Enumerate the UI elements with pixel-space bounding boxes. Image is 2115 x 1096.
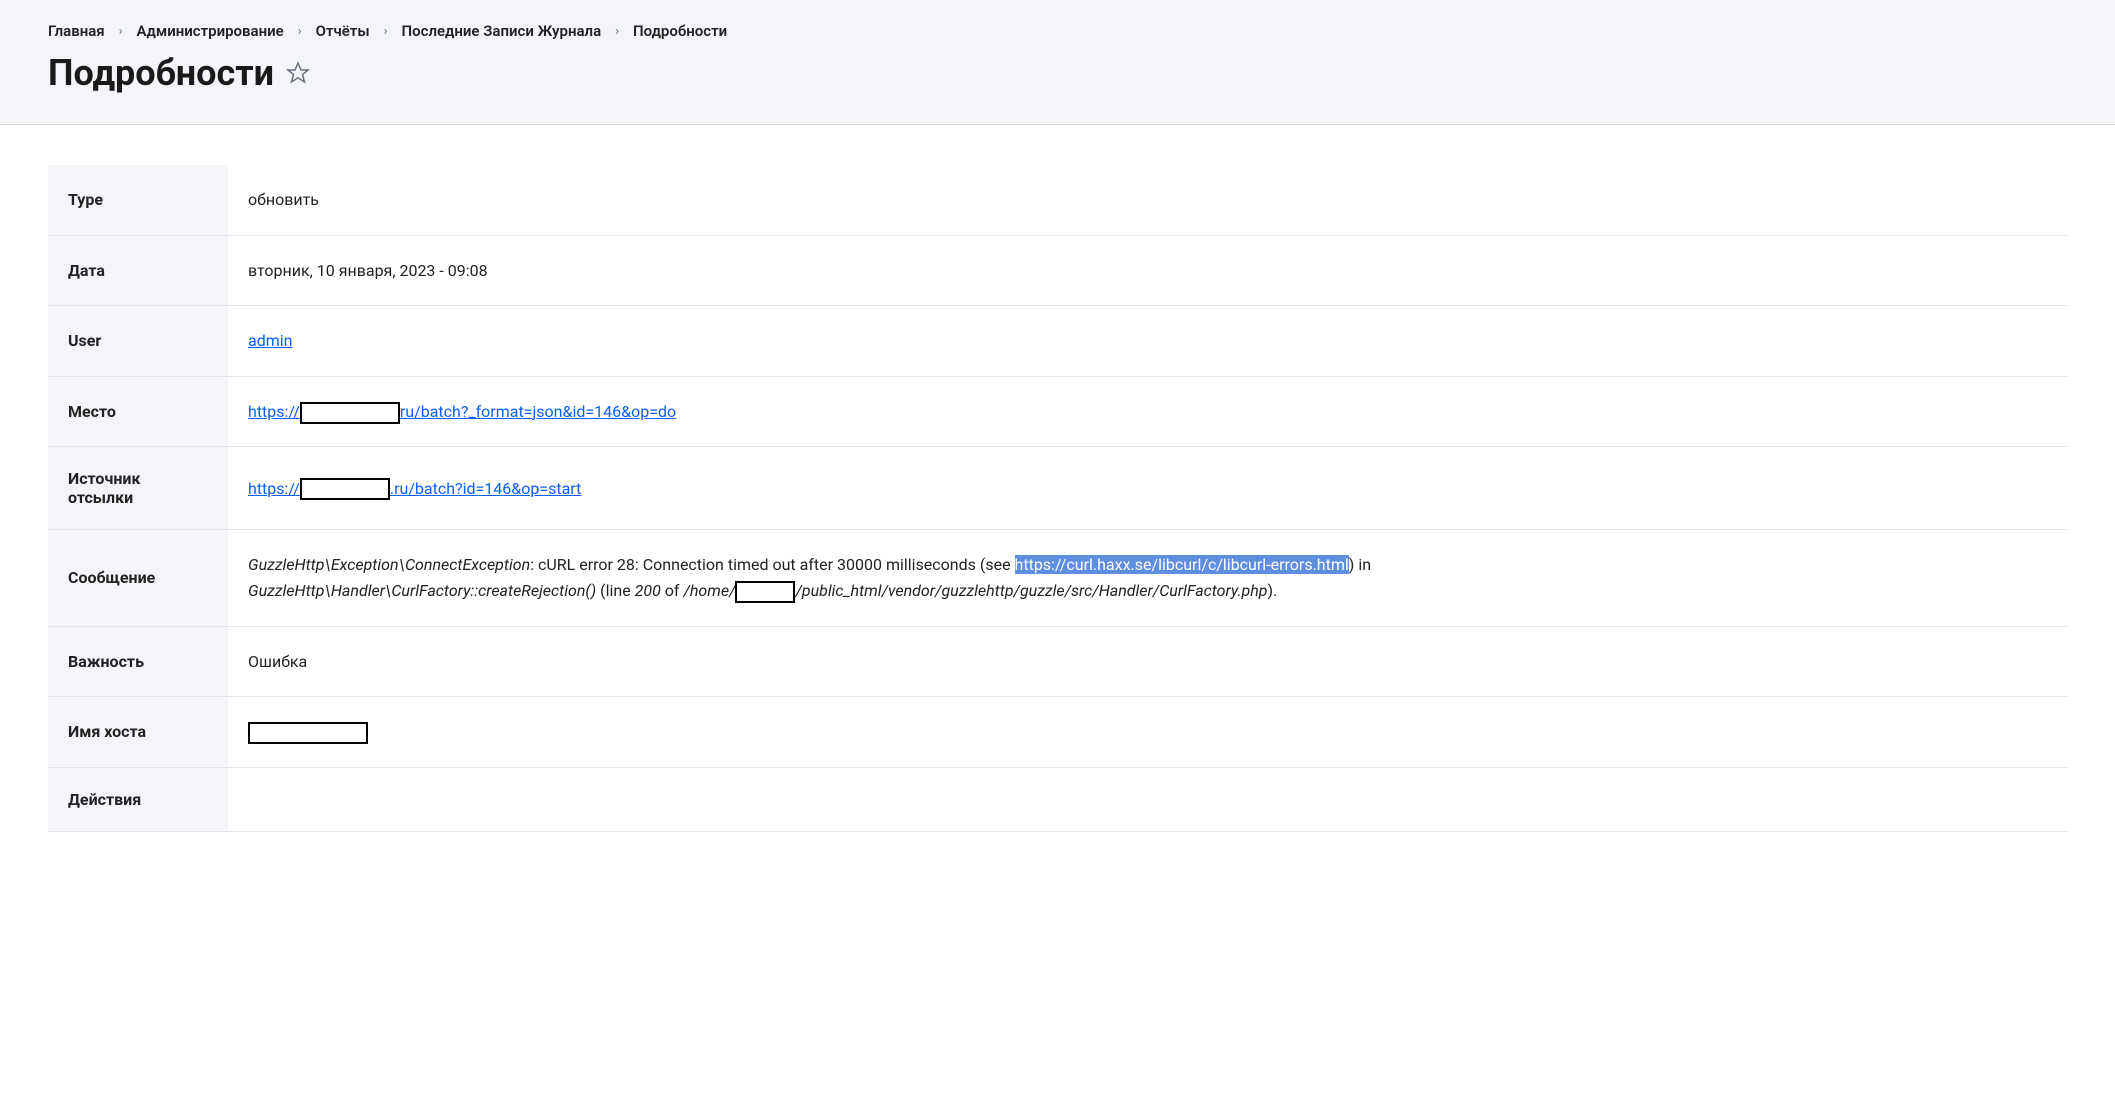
value-hostname [228, 697, 2067, 768]
file-path: /home/ /public_html/vendor/guzzlehttp/guz… [683, 581, 1267, 600]
content: Type обновить Дата вторник, 10 января, 2… [0, 125, 2115, 872]
value-message: GuzzleHttp\Exception\ConnectException: c… [228, 530, 2067, 626]
chevron-right-icon: › [298, 24, 302, 39]
breadcrumb-link-admin[interactable]: Администрирование [137, 22, 284, 40]
row-actions: Действия [48, 767, 2067, 831]
page-title: Подробности [48, 52, 274, 94]
path-suffix: /public_html/vendor/guzzlehttp/guzzle/sr… [795, 581, 1267, 600]
value-severity: Ошибка [228, 626, 2067, 697]
breadcrumb-link-recent-log[interactable]: Последние Записи Журнала [402, 22, 602, 40]
row-location: Место https:// ru/batch?_format=json&id=1… [48, 376, 2067, 447]
value-actions [228, 767, 2067, 831]
value-user: admin [228, 306, 2067, 377]
star-icon[interactable] [286, 61, 310, 85]
message-text-2: ) in [1349, 555, 1371, 574]
label-actions: Действия [48, 767, 228, 831]
label-hostname: Имя хоста [48, 697, 228, 768]
row-date: Дата вторник, 10 января, 2023 - 09:08 [48, 235, 2067, 306]
row-referer: Источник отсылки https:// .ru/batch?id=14… [48, 447, 2067, 530]
breadcrumb-current: Подробности [633, 22, 727, 40]
row-hostname: Имя хоста [48, 697, 2067, 768]
label-date: Дата [48, 235, 228, 306]
row-type: Type обновить [48, 165, 2067, 235]
chevron-right-icon: › [119, 24, 123, 39]
redacted-box [300, 478, 390, 500]
referer-url-suffix: .ru/batch?id=146&op=start [390, 479, 582, 498]
page-title-row: Подробности [48, 52, 2067, 94]
label-referer: Источник отсылки [48, 447, 228, 530]
row-severity: Важность Ошибка [48, 626, 2067, 697]
redacted-box [248, 722, 368, 744]
user-link[interactable]: admin [248, 331, 292, 350]
redacted-box [300, 402, 400, 424]
row-message: Сообщение GuzzleHttp\Exception\ConnectEx… [48, 530, 2067, 626]
label-user: User [48, 306, 228, 377]
header-region: Главная › Администрирование › Отчёты › П… [0, 0, 2115, 125]
highlighted-url: https://curl.haxx.se/libcurl/c/libcurl-e… [1015, 555, 1349, 574]
location-url-suffix: ru/batch?_format=json&id=146&op=do [400, 402, 676, 421]
label-severity: Важность [48, 626, 228, 697]
value-type: обновить [228, 165, 2067, 235]
exception-class: GuzzleHttp\Exception\ConnectException [248, 555, 530, 574]
path-prefix: /home/ [683, 581, 735, 600]
label-location: Место [48, 376, 228, 447]
breadcrumb-link-home[interactable]: Главная [48, 22, 105, 40]
detail-table: Type обновить Дата вторник, 10 января, 2… [48, 165, 2067, 832]
value-date: вторник, 10 января, 2023 - 09:08 [228, 235, 2067, 306]
row-user: User admin [48, 306, 2067, 377]
message-end: ). [1268, 581, 1278, 600]
breadcrumb-link-reports[interactable]: Отчёты [316, 22, 370, 40]
label-message: Сообщение [48, 530, 228, 626]
value-location: https:// ru/batch?_format=json&id=146&op=… [228, 376, 2067, 447]
redacted-box [735, 581, 795, 603]
location-link[interactable]: https:// ru/batch?_format=json&id=146&op=… [248, 402, 676, 421]
of-text: of [661, 581, 684, 600]
location-url-prefix: https:// [248, 402, 300, 421]
referer-url-prefix: https:// [248, 479, 300, 498]
message-text-1: : cURL error 28: Connection timed out af… [530, 555, 1014, 574]
line-number: 200 [635, 581, 661, 600]
line-open: (line [596, 581, 635, 600]
method-ref: GuzzleHttp\Handler\CurlFactory::createRe… [248, 581, 596, 600]
chevron-right-icon: › [615, 24, 619, 39]
label-type: Type [48, 165, 228, 235]
breadcrumb: Главная › Администрирование › Отчёты › П… [48, 22, 2067, 40]
value-referer: https:// .ru/batch?id=146&op=start [228, 447, 2067, 530]
referer-link[interactable]: https:// .ru/batch?id=146&op=start [248, 479, 581, 498]
chevron-right-icon: › [384, 24, 388, 39]
